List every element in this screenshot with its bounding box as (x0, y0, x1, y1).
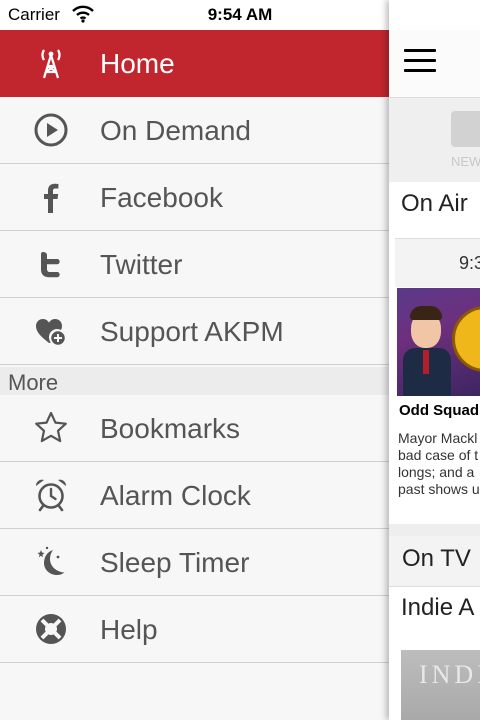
drawer-item-label: Sleep Timer (100, 547, 250, 578)
drawer-item-on-demand[interactable]: On Demand (0, 97, 389, 164)
lifebuoy-icon (36, 614, 66, 644)
drawer-item-home[interactable]: Home (0, 30, 389, 97)
on-tv-header: On TV (389, 536, 480, 587)
heart-plus-icon (36, 319, 67, 347)
section-header-more: More (0, 367, 389, 395)
description-line: past shows u (398, 481, 480, 497)
drawer-item-bookmarks[interactable]: Bookmarks (0, 395, 389, 462)
drawer-item-label: Home (100, 48, 175, 79)
drawer-item-facebook[interactable]: Facebook (0, 164, 389, 231)
drawer-item-label: Alarm Clock (100, 480, 251, 511)
facebook-icon (44, 183, 59, 213)
radio-tower-icon (41, 49, 61, 79)
program-thumbnail[interactable] (397, 288, 480, 396)
drawer-item-label: Support AKPM (100, 316, 284, 347)
indie-thumbnail[interactable]: INDIE (401, 650, 480, 720)
description-line: bad case of t (398, 447, 479, 463)
drawer-item-support[interactable]: Support AKPM (0, 298, 389, 365)
description-line: Mayor Mackl (398, 430, 478, 446)
program-card-header: 9:3 (395, 238, 480, 287)
drawer-item-sleep-timer[interactable]: Sleep Timer (0, 529, 389, 596)
drawer-item-label: Help (100, 614, 158, 645)
indie-image-text: INDIE (419, 660, 480, 689)
drawer-item-label: On Demand (100, 115, 251, 146)
moon-stars-icon (37, 546, 65, 575)
drawer-item-label: Twitter (100, 249, 183, 280)
program-description: Mayor Mackl bad case of t longs; and a p… (398, 430, 480, 498)
star-icon (35, 411, 67, 443)
tab-bar: NEWS (389, 98, 480, 182)
alarm-clock-icon (35, 479, 67, 512)
main-content: NEWS On Air 9:3 Odd Squad Mayor Mackl ba… (389, 0, 480, 720)
drawer-item-twitter[interactable]: Twitter (0, 231, 389, 298)
program-time: 9:3 (459, 253, 480, 273)
side-drawer: Home On Demand Facebook Twitter Support … (0, 30, 389, 720)
news-icon[interactable] (451, 111, 480, 147)
drawer-item-help[interactable]: Help (0, 596, 389, 663)
section-divider (389, 524, 480, 536)
on-tv-heading: On TV (402, 545, 471, 572)
description-line: longs; and a (398, 464, 475, 480)
tab-news[interactable]: NEWS (451, 154, 480, 169)
section-header-label: More (8, 370, 59, 395)
hamburger-menu-icon[interactable] (404, 49, 436, 73)
twitter-icon (41, 252, 60, 278)
on-air-heading: On Air (401, 190, 468, 217)
program-title[interactable]: Odd Squad (399, 402, 479, 419)
indie-heading: Indie A (401, 594, 475, 621)
drawer-item-label: Facebook (100, 182, 223, 213)
drawer-item-alarm-clock[interactable]: Alarm Clock (0, 462, 389, 529)
drawer-item-label: Bookmarks (100, 413, 241, 444)
play-circle-icon (34, 113, 68, 147)
